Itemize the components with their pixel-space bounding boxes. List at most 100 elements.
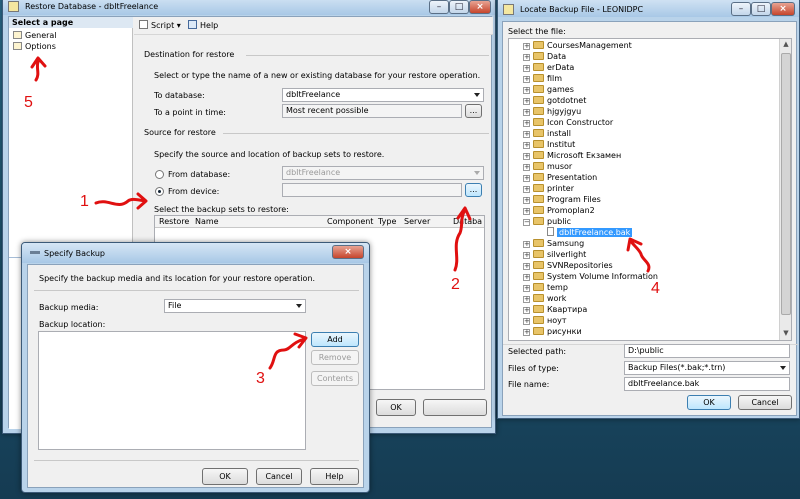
tree-folder-item[interactable]: + gotdotnet [523, 95, 586, 106]
minimize-icon[interactable]: – [429, 0, 449, 14]
tree-folder-item[interactable]: + printer [523, 183, 574, 194]
tree-folder-item[interactable]: + SVNRepositories [523, 260, 613, 271]
files-of-type-combo[interactable]: Backup Files(*.bak;*.trn) [624, 361, 790, 375]
file-tree[interactable]: + CoursesManagement + Data + erData + film + game… [508, 38, 792, 341]
tree-folder-item[interactable]: + games [523, 84, 574, 95]
expand-icon[interactable]: + [523, 296, 530, 303]
grid-col-server[interactable]: Server [404, 217, 430, 226]
close-icon[interactable]: × [469, 0, 491, 14]
expand-icon[interactable]: + [523, 109, 530, 116]
specify-titlebar[interactable]: Specify Backup × [22, 243, 369, 263]
locate-titlebar[interactable]: Locate Backup File - LEONIDPC – □ × [498, 0, 799, 17]
grid-col-restore[interactable]: Restore [159, 217, 189, 226]
tree-folder-item[interactable]: + Квартира [523, 304, 587, 315]
expand-icon[interactable]: + [523, 197, 530, 204]
tree-folder-item[interactable]: + ноут [523, 315, 567, 326]
specify-ok-button[interactable]: OK [202, 468, 248, 485]
scroll-up-button[interactable]: ▲ [781, 40, 791, 50]
expand-icon[interactable]: + [523, 252, 530, 259]
close-icon[interactable]: × [332, 245, 364, 259]
tree-folder-item[interactable]: + silverlight [523, 249, 586, 260]
expand-icon[interactable]: + [523, 285, 530, 292]
script-label: Script [151, 21, 175, 30]
expand-icon[interactable]: + [523, 175, 530, 182]
tree-folder-item[interactable]: + Program Files [523, 194, 601, 205]
maximize-icon[interactable]: □ [751, 2, 771, 16]
expand-icon[interactable]: + [523, 87, 530, 94]
restore-titlebar[interactable]: Restore Database - dbItFreelance – □ × [3, 0, 495, 15]
tree-folder-item[interactable]: − public [523, 216, 571, 227]
tree-folder-item[interactable]: + film [523, 73, 562, 84]
selected-path-field[interactable]: D:\public [624, 344, 790, 358]
tree-folder-item[interactable]: + Institut [523, 139, 575, 150]
expand-icon[interactable]: + [523, 54, 530, 61]
maximize-icon[interactable]: □ [449, 0, 469, 14]
close-icon[interactable]: × [771, 2, 795, 16]
tree-folder-item[interactable]: + CoursesManagement [523, 40, 632, 51]
expand-icon[interactable]: + [523, 164, 530, 171]
grid-col-name[interactable]: Name [195, 217, 219, 226]
tree-folder-item[interactable]: + Icon Constructor [523, 117, 613, 128]
tree-folder-item[interactable]: + рисунки [523, 326, 582, 337]
restore-ok-button[interactable]: OK [376, 399, 416, 416]
tree-folder-item[interactable]: + Data [523, 51, 566, 62]
expand-icon[interactable]: + [523, 186, 530, 193]
tree-folder-item[interactable]: + System Volume Information [523, 271, 658, 282]
tree-file-item-selected[interactable]: dbItFreelance.bak [547, 227, 633, 238]
from-device-radio[interactable] [155, 187, 164, 196]
tree-folder-label: games [547, 85, 574, 94]
expand-icon[interactable]: + [523, 131, 530, 138]
scroll-down-button[interactable]: ▼ [781, 329, 791, 339]
tree-folder-item[interactable]: + hjgyjgyu [523, 106, 581, 117]
expand-icon[interactable]: + [523, 318, 530, 325]
specify-cancel-button[interactable]: Cancel [256, 468, 302, 485]
restore-cancel-button[interactable] [423, 399, 487, 416]
locate-cancel-button[interactable]: Cancel [738, 395, 792, 410]
from-device-browse-button[interactable]: ... [465, 183, 482, 197]
collapse-icon[interactable]: − [523, 219, 530, 226]
expand-icon[interactable]: + [523, 263, 530, 270]
contents-button[interactable]: Contents [311, 371, 359, 386]
expand-icon[interactable]: + [523, 329, 530, 336]
expand-icon[interactable]: + [523, 274, 530, 281]
file-name-field[interactable]: dbItFreelance.bak [624, 377, 790, 391]
help-button[interactable]: Help [188, 20, 218, 30]
locate-ok-button[interactable]: OK [687, 395, 731, 410]
page-item-general[interactable]: General [13, 30, 57, 41]
to-point-browse-button[interactable]: ... [465, 104, 482, 118]
tree-folder-item[interactable]: + Promoplan2 [523, 205, 595, 216]
expand-icon[interactable]: + [523, 76, 530, 83]
tree-scrollbar[interactable]: ▲ ▼ [779, 39, 791, 340]
scroll-thumb[interactable] [781, 53, 791, 315]
grid-col-component[interactable]: Component [327, 217, 373, 226]
grid-col-database[interactable]: Databa [453, 217, 482, 226]
grid-col-type[interactable]: Type [378, 217, 396, 226]
remove-button[interactable]: Remove [311, 350, 359, 365]
from-database-radio[interactable] [155, 170, 164, 179]
expand-icon[interactable]: + [523, 142, 530, 149]
expand-icon[interactable]: + [523, 120, 530, 127]
to-database-combo[interactable]: dbItFreelance [282, 88, 484, 102]
add-button[interactable]: Add [311, 332, 359, 347]
tree-folder-item[interactable]: + work [523, 293, 566, 304]
expand-icon[interactable]: + [523, 307, 530, 314]
expand-icon[interactable]: + [523, 98, 530, 105]
tree-folder-item[interactable]: + temp [523, 282, 568, 293]
tree-folder-item[interactable]: + install [523, 128, 571, 139]
expand-icon[interactable]: + [523, 65, 530, 72]
expand-icon[interactable]: + [523, 208, 530, 215]
minimize-icon[interactable]: – [731, 2, 751, 16]
backup-location-list[interactable] [38, 331, 306, 450]
tree-folder-item[interactable]: + Presentation [523, 172, 597, 183]
expand-icon[interactable]: + [523, 241, 530, 248]
expand-icon[interactable]: + [523, 43, 530, 50]
tree-folder-item[interactable]: + erData [523, 62, 574, 73]
backup-media-combo[interactable]: File [164, 299, 306, 313]
tree-folder-item[interactable]: + Microsoft Екзамен [523, 150, 621, 161]
page-item-options[interactable]: Options [13, 41, 56, 52]
specify-help-button[interactable]: Help [310, 468, 359, 485]
tree-folder-item[interactable]: + musor [523, 161, 572, 172]
tree-folder-item[interactable]: + Samsung [523, 238, 584, 249]
expand-icon[interactable]: + [523, 153, 530, 160]
script-button[interactable]: Script ▾ [139, 20, 181, 30]
